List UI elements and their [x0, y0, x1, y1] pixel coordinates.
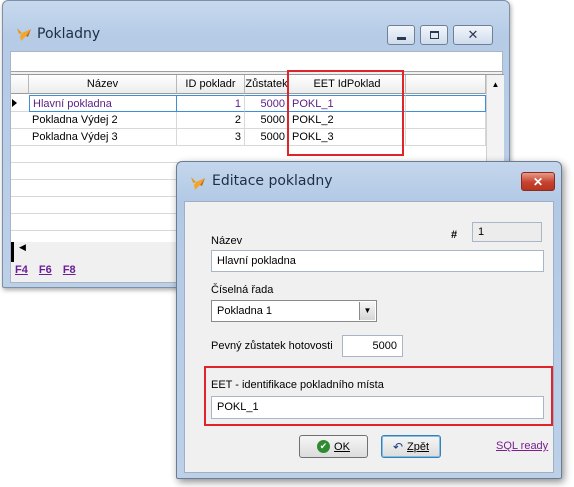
cell-balance[interactable]: 5000 — [245, 112, 289, 129]
cell-name[interactable]: Pokladna Výdej 2 — [29, 112, 177, 129]
id-field: 1 — [472, 222, 542, 242]
f4-link[interactable]: F4 — [15, 264, 28, 276]
maximize-icon — [429, 31, 439, 39]
close-button[interactable]: ✕ — [453, 25, 493, 45]
cell-balance[interactable]: 5000 — [245, 95, 289, 112]
column-header-empty — [406, 75, 486, 94]
cell-id[interactable]: 3 — [177, 129, 245, 146]
column-header-name[interactable]: Název — [29, 75, 177, 94]
column-header-balance[interactable]: Zůstatek — [245, 75, 289, 94]
series-select[interactable]: Pokladna 1 ▼ — [211, 300, 377, 322]
back-button[interactable]: ↶ Zpět — [381, 435, 441, 458]
chevron-down-icon[interactable]: ▼ — [359, 302, 375, 320]
scroll-up-icon[interactable]: ▲ — [487, 75, 504, 93]
hash-label: # — [451, 229, 458, 241]
undo-arrow-icon: ↶ — [392, 439, 404, 454]
scroll-left-icon[interactable]: ◀ — [19, 242, 26, 253]
balance-label: Pevný zůstatek hotovosti — [211, 340, 333, 352]
search-input[interactable] — [11, 52, 502, 72]
sql-ready-link[interactable]: SQL ready — [496, 440, 548, 452]
main-titlebar[interactable]: Pokladny ✕ — [3, 1, 509, 45]
dialog-client-area: # 1 Název Hlavní pokladna Číselná řada P… — [184, 201, 554, 473]
eet-column-highlight — [287, 70, 404, 156]
cell-empty[interactable] — [406, 95, 486, 112]
cell-name[interactable]: Hlavní pokladna — [29, 95, 177, 112]
table-row[interactable]: Pokladna Výdej 3 3 5000 POKL_3 — [11, 129, 486, 146]
cell-balance[interactable]: 5000 — [245, 129, 289, 146]
table-row[interactable]: Pokladna Výdej 2 2 5000 POKL_2 — [11, 112, 486, 129]
cell-id[interactable]: 2 — [177, 112, 245, 129]
edit-cash-register-dialog: Editace pokladny ✕ # 1 Název Hlavní pokl… — [176, 161, 562, 479]
cell-id[interactable]: 1 — [177, 95, 245, 112]
maximize-button[interactable] — [420, 25, 448, 45]
back-button-label: Zpět — [407, 440, 430, 453]
minimize-icon — [396, 36, 406, 40]
current-row-indicator-icon — [12, 99, 17, 107]
series-label: Číselná řada — [211, 284, 274, 296]
minimize-button[interactable] — [387, 25, 415, 45]
function-keys: F4 F6 F8 — [15, 264, 84, 276]
f6-link[interactable]: F6 — [39, 264, 52, 276]
name-label: Název — [211, 235, 243, 247]
cell-name[interactable]: Pokladna Výdej 3 — [29, 129, 177, 146]
close-icon: ✕ — [467, 27, 479, 42]
series-selected-value: Pokladna 1 — [217, 305, 273, 317]
checkmark-icon: ✔ — [317, 440, 331, 453]
name-field[interactable]: Hlavní pokladna — [211, 250, 544, 272]
column-header-id[interactable]: ID pokladr — [177, 75, 245, 94]
table-row[interactable]: Hlavní pokladna 1 5000 POKL_1 — [11, 95, 486, 112]
dialog-close-button[interactable]: ✕ — [521, 172, 555, 191]
window-title: Pokladny — [37, 26, 101, 42]
dialog-title: Editace pokladny — [212, 173, 333, 189]
cell-empty[interactable] — [406, 129, 486, 146]
fox-icon — [189, 174, 207, 192]
row-marker — [11, 242, 14, 262]
row-header-corner — [11, 75, 29, 94]
f8-link[interactable]: F8 — [63, 264, 76, 276]
eet-field-highlight — [204, 366, 553, 426]
fox-icon — [15, 25, 33, 43]
close-icon: ✕ — [532, 174, 544, 189]
balance-field[interactable]: 5000 — [342, 335, 403, 357]
ok-button-label: OK — [334, 440, 350, 453]
cell-empty[interactable] — [406, 112, 486, 129]
ok-button[interactable]: ✔ OK — [299, 435, 368, 458]
